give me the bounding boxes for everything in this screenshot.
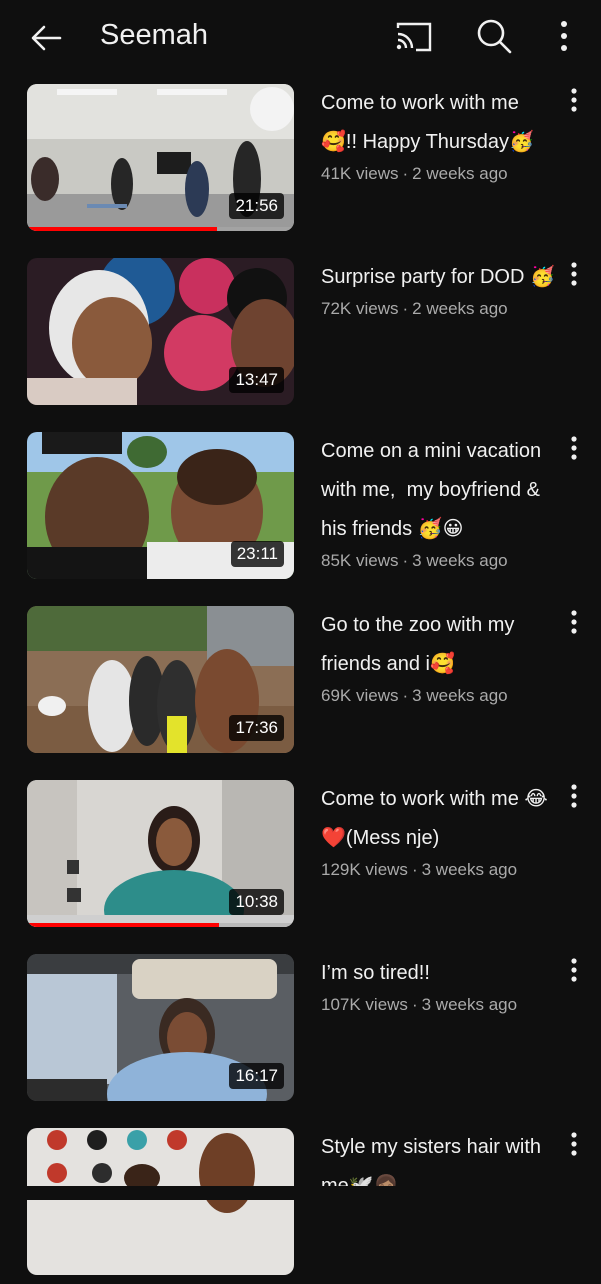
video-item[interactable]: Style my sisters hair with me🕊️👩🏽 (0, 1124, 601, 1284)
video-action-menu[interactable] (560, 606, 588, 642)
video-thumbnail[interactable]: 10:38 (27, 780, 294, 927)
video-views: 85K views (321, 551, 399, 570)
video-duration: 23:11 (230, 541, 284, 567)
watch-progress-bar (27, 227, 294, 231)
bottom-nav-edge (0, 1186, 601, 1200)
video-item[interactable]: 23:11 Come on a mini vacation with me, m… (0, 428, 601, 588)
video-title[interactable]: Go to the zoo with my friends and i🥰 (321, 606, 557, 684)
more-vertical-icon (561, 21, 567, 51)
video-age: 2 weeks ago (412, 164, 508, 183)
meta-separator: · (411, 860, 418, 879)
video-thumbnail[interactable]: 21:56 (27, 84, 294, 231)
video-info: Come to work with me 🥰!! Happy Thursday🥳… (321, 84, 557, 184)
video-action-menu[interactable] (560, 954, 588, 990)
video-views: 69K views (321, 686, 399, 705)
video-title[interactable]: Come to work with me 🥰!! Happy Thursday🥳 (321, 84, 557, 162)
video-item[interactable]: 21:56 Come to work with me 🥰!! Happy Thu… (0, 80, 601, 240)
watch-progress-fill (27, 227, 217, 231)
video-meta: 72K views · 2 weeks ago (321, 299, 557, 319)
top-app-bar: Seemah (0, 0, 601, 76)
video-views: 107K views (321, 995, 408, 1014)
video-meta: 107K views · 3 weeks ago (321, 995, 557, 1015)
thumbnail-image (27, 1128, 294, 1275)
cast-icon (396, 22, 432, 52)
watch-progress-fill (27, 923, 220, 927)
video-thumbnail[interactable]: 23:11 (27, 432, 294, 579)
video-info: Surprise party for DOD 🥳 72K views · 2 wee… (321, 258, 557, 319)
more-vertical-icon (571, 436, 577, 460)
more-vertical-icon (571, 1132, 577, 1156)
video-duration: 10:38 (229, 889, 284, 915)
watch-progress-bar (27, 923, 294, 927)
video-age: 3 weeks ago (412, 551, 508, 570)
video-meta: 41K views · 2 weeks ago (321, 164, 557, 184)
video-meta: 85K views · 3 weeks ago (321, 551, 557, 571)
video-views: 129K views (321, 860, 408, 879)
back-arrow-icon (31, 25, 62, 51)
video-duration: 13:47 (229, 367, 284, 393)
video-age: 3 weeks ago (421, 995, 518, 1014)
video-action-menu[interactable] (560, 432, 588, 468)
video-duration: 21:56 (229, 193, 284, 219)
meta-separator: · (402, 164, 409, 183)
video-age: 3 weeks ago (421, 860, 518, 879)
video-item[interactable]: 10:38 Come to work with me 😂❤️(Mess nje)… (0, 776, 601, 936)
video-thumbnail[interactable] (27, 1128, 294, 1275)
video-action-menu[interactable] (560, 258, 588, 294)
more-options-button[interactable] (548, 16, 580, 56)
video-info: Come on a mini vacation with me, my boyf… (321, 432, 557, 571)
channel-title: Seemah (100, 19, 209, 51)
video-item[interactable]: 17:36 Go to the zoo with my friends and … (0, 602, 601, 762)
search-icon (477, 19, 512, 54)
meta-separator: · (402, 686, 409, 705)
video-thumbnail[interactable]: 17:36 (27, 606, 294, 753)
video-views: 72K views (321, 299, 399, 318)
video-duration: 16:17 (229, 1063, 284, 1089)
video-age: 2 weeks ago (412, 299, 508, 318)
more-vertical-icon (571, 784, 577, 808)
more-vertical-icon (571, 610, 577, 634)
video-info: Go to the zoo with my friends and i🥰 69K… (321, 606, 557, 706)
video-meta: 69K views · 3 weeks ago (321, 686, 557, 706)
more-vertical-icon (571, 262, 577, 286)
more-vertical-icon (571, 958, 577, 982)
video-title[interactable]: I’m so tired!! (321, 954, 557, 993)
video-item[interactable]: 16:17 I’m so tired!! 107K views · 3 weeks … (0, 950, 601, 1110)
video-age: 3 weeks ago (412, 686, 508, 705)
video-thumbnail[interactable]: 13:47 (27, 258, 294, 405)
video-views: 41K views (321, 164, 399, 183)
meta-separator: · (402, 551, 409, 570)
video-action-menu[interactable] (560, 84, 588, 120)
cast-button[interactable] (394, 18, 434, 58)
video-meta: 129K views · 3 weeks ago (321, 860, 557, 880)
back-button[interactable] (26, 18, 66, 58)
video-duration: 17:36 (229, 715, 284, 741)
video-thumbnail[interactable]: 16:17 (27, 954, 294, 1101)
video-action-menu[interactable] (560, 780, 588, 816)
video-list: 21:56 Come to work with me 🥰!! Happy Thu… (0, 76, 601, 1275)
video-item[interactable]: 13:47 Surprise party for DOD 🥳 72K views… (0, 254, 601, 414)
meta-separator: · (411, 995, 418, 1014)
search-button[interactable] (474, 16, 514, 56)
more-vertical-icon (571, 88, 577, 112)
video-info: I’m so tired!! 107K views · 3 weeks ago (321, 954, 557, 1015)
video-action-menu[interactable] (560, 1128, 588, 1164)
video-info: Come to work with me 😂❤️(Mess nje) 129K … (321, 780, 557, 880)
meta-separator: · (402, 299, 409, 318)
video-title[interactable]: Come to work with me 😂❤️(Mess nje) (321, 780, 557, 858)
video-title[interactable]: Come on a mini vacation with me, my boyf… (321, 432, 557, 549)
video-title[interactable]: Surprise party for DOD 🥳 (321, 258, 557, 297)
